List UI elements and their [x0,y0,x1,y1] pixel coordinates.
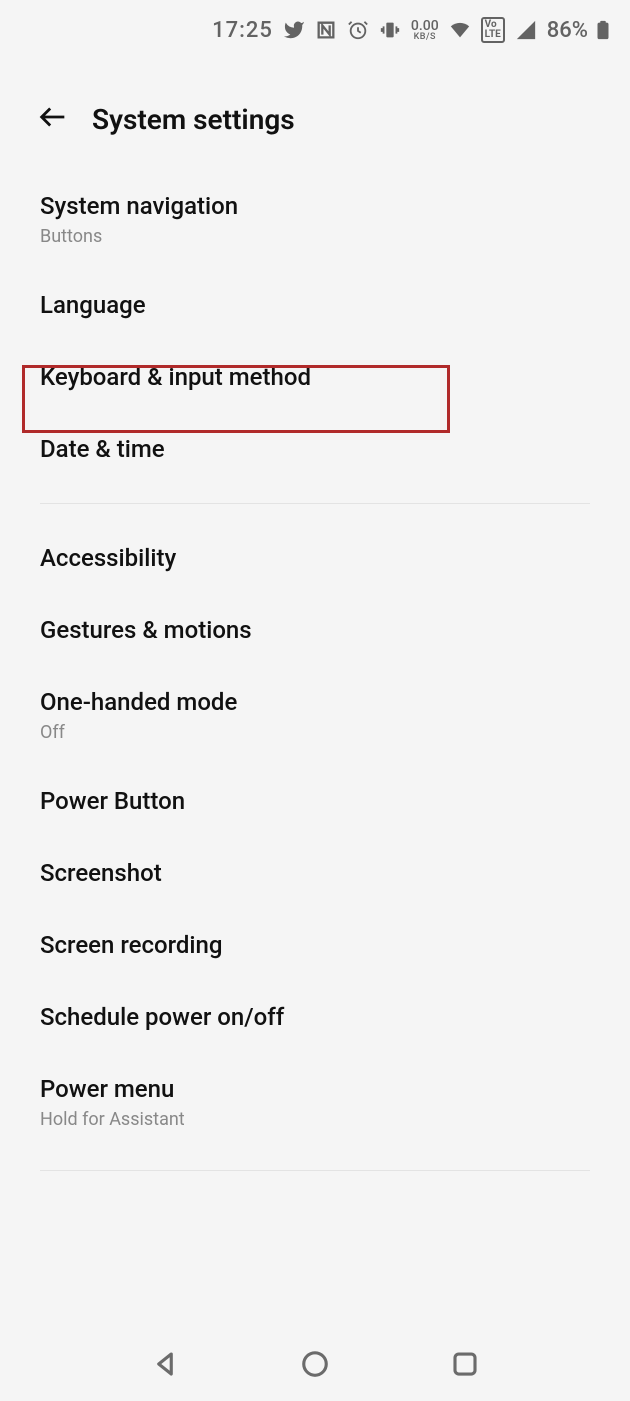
status-time: 17:25 [212,18,273,43]
item-power-button[interactable]: Power Button [0,765,630,837]
wifi-icon [449,19,471,41]
nav-back-button[interactable] [150,1349,180,1383]
item-schedule-power[interactable]: Schedule power on/off [0,981,630,1053]
item-label: One-handed mode [40,688,590,716]
triangle-back-icon [150,1349,180,1379]
item-label: Schedule power on/off [40,1003,590,1031]
item-sub: Buttons [40,226,590,247]
page-header: System settings [0,60,630,170]
item-label: Power menu [40,1075,590,1103]
settings-list: System navigation Buttons Language Keybo… [0,170,630,1171]
nfc-icon [315,19,337,41]
battery-percent: 86% [547,18,588,43]
item-label: Date & time [40,435,590,463]
item-one-handed-mode[interactable]: One-handed mode Off [0,666,630,765]
item-system-navigation[interactable]: System navigation Buttons [0,170,630,269]
divider [40,503,590,504]
battery-icon [592,19,614,41]
signal-icon [515,19,537,41]
net-speed-indicator: 0.00 KB/S [411,19,439,42]
item-label: Power Button [40,787,590,815]
status-bar: 17:25 0.00 KB/S VoLTE 86% [0,0,630,60]
back-button[interactable] [36,100,70,138]
divider [40,1170,590,1171]
item-label: Language [40,291,590,319]
arrow-left-icon [36,100,70,134]
item-sub: Hold for Assistant [40,1109,590,1130]
item-keyboard-input[interactable]: Keyboard & input method [0,341,630,413]
circle-home-icon [300,1349,330,1379]
item-accessibility[interactable]: Accessibility [0,522,630,594]
item-language[interactable]: Language [0,269,630,341]
item-label: Screen recording [40,931,590,959]
item-screenshot[interactable]: Screenshot [0,837,630,909]
item-label: Screenshot [40,859,590,887]
item-power-menu[interactable]: Power menu Hold for Assistant [0,1053,630,1152]
item-screen-recording[interactable]: Screen recording [0,909,630,981]
item-gestures-motions[interactable]: Gestures & motions [0,594,630,666]
square-recent-icon [450,1349,480,1379]
item-label: System navigation [40,192,590,220]
item-sub: Off [40,722,590,743]
nav-recent-button[interactable] [450,1349,480,1383]
navigation-bar [0,1331,630,1401]
vibrate-icon [379,19,401,41]
item-label: Keyboard & input method [40,363,590,391]
item-label: Gestures & motions [40,616,590,644]
nav-home-button[interactable] [300,1349,330,1383]
volte-icon: VoLTE [481,17,505,43]
page-title: System settings [92,103,295,136]
alarm-icon [347,19,369,41]
item-date-time[interactable]: Date & time [0,413,630,485]
item-label: Accessibility [40,544,590,572]
twitter-icon [283,19,305,41]
